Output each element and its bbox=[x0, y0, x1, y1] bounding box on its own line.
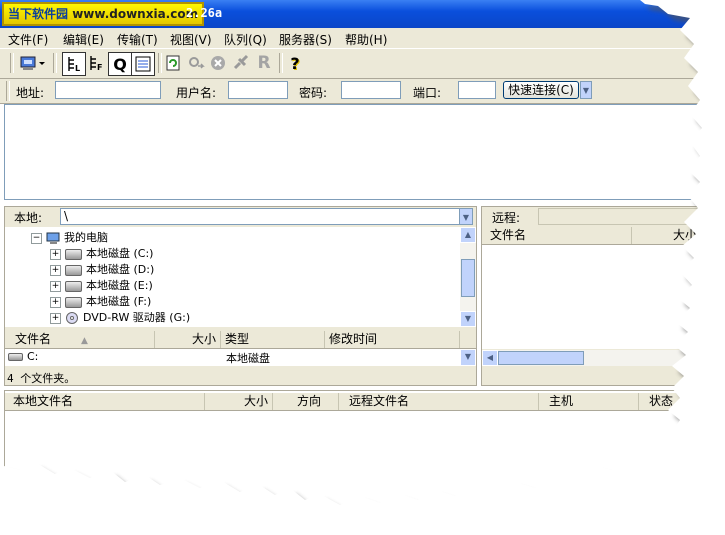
torn-edge-decoration bbox=[0, 0, 725, 535]
filezilla-window: 当下软件园 www.downxia.com 2.26a 文件(F) 编辑(E) … bbox=[0, 0, 725, 535]
